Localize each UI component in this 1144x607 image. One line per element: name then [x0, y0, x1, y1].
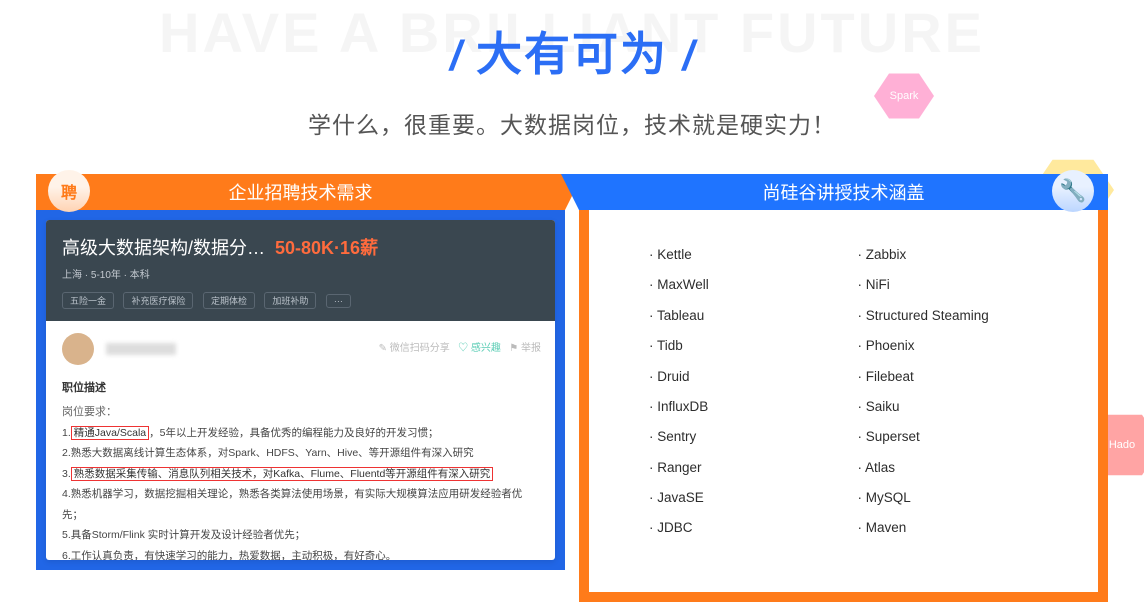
tech-item: · Sentry — [649, 422, 858, 452]
tech-item: · Phoenix — [858, 331, 1067, 361]
tech-item: · MySQL — [858, 483, 1067, 513]
left-tab: 企业招聘技术需求 — [36, 174, 565, 210]
tag: 五险一金 — [62, 292, 114, 309]
tag: 补充医疗保险 — [123, 292, 193, 309]
share-action[interactable]: ✎ 微信扫码分享 — [379, 343, 450, 354]
tech-item: · Tableau — [649, 301, 858, 331]
slash-right: / — [672, 32, 704, 79]
job-meta: 上海 · 5-10年 · 本科 — [62, 266, 539, 281]
right-tab: 尚硅谷讲授技术涵盖 — [579, 174, 1108, 210]
slash-left: / — [440, 32, 472, 79]
tech-item: · Tidb — [649, 331, 858, 361]
wrench-icon: 🔧 — [1052, 170, 1094, 212]
report-action[interactable]: ⚑ 举报 — [509, 343, 541, 354]
tech-item: · JDBC — [649, 513, 858, 543]
tech-item: · Kettle — [649, 240, 858, 270]
like-action[interactable]: ♡ 感兴趣 — [458, 343, 501, 354]
tech-item: · Zabbix — [858, 240, 1067, 270]
tech-item: · Saiku — [858, 392, 1067, 422]
tech-item: · InfluxDB — [649, 392, 858, 422]
job-actions: ✎ 微信扫码分享 ♡ 感兴趣 ⚑ 举报 — [379, 339, 541, 354]
page-subtitle: 学什么，很重要。大数据岗位，技术就是硬实力！ — [0, 106, 1144, 140]
recruiter-name-blurred — [106, 343, 176, 355]
job-card: 高级大数据架构/数据分… 50-80K·16薪 上海 · 5-10年 · 本科 … — [46, 220, 555, 560]
tech-item: · Druid — [649, 362, 858, 392]
job-title: 高级大数据架构/数据分… 50-80K·16薪 — [62, 234, 539, 260]
panel-left: 聘 企业招聘技术需求 高级大数据架构/数据分… 50-80K·16薪 上海 · … — [36, 174, 565, 602]
recruiter-avatar — [62, 333, 94, 365]
tech-col-left: · Kettle· MaxWell· Tableau· Tidb· Druid·… — [649, 240, 858, 544]
tech-col-right: · Zabbix· NiFi· Structured Steaming· Pho… — [858, 240, 1067, 544]
req-header: 岗位要求： — [62, 403, 539, 419]
tag: 加班补助 — [264, 292, 316, 309]
tech-item: · Superset — [858, 422, 1067, 452]
tech-item: · Filebeat — [858, 362, 1067, 392]
panel-right: 🔧 尚硅谷讲授技术涵盖 · Kettle· MaxWell· Tableau· … — [579, 174, 1108, 602]
job-salary: 50-80K·16薪 — [275, 238, 378, 258]
tech-item: · NiFi — [858, 270, 1067, 300]
tech-item: · Structured Steaming — [858, 301, 1067, 331]
desc-header: 职位描述 — [62, 379, 539, 395]
requirements: 1.精通Java/Scala，5年以上开发经验，具备优秀的编程能力及良好的开发习… — [62, 423, 539, 560]
tag: 定期体检 — [203, 292, 255, 309]
job-tags: 五险一金 补充医疗保险 定期体检 加班补助 ··· — [62, 291, 539, 309]
tag: ··· — [326, 294, 351, 308]
tech-item: · MaxWell — [649, 270, 858, 300]
tech-item: · Maven — [858, 513, 1067, 543]
tech-item: · Ranger — [649, 453, 858, 483]
hire-badge-icon: 聘 — [48, 170, 90, 212]
tech-item: · Atlas — [858, 453, 1067, 483]
tech-item: · JavaSE — [649, 483, 858, 513]
page-title: 大有可为 — [476, 18, 668, 84]
